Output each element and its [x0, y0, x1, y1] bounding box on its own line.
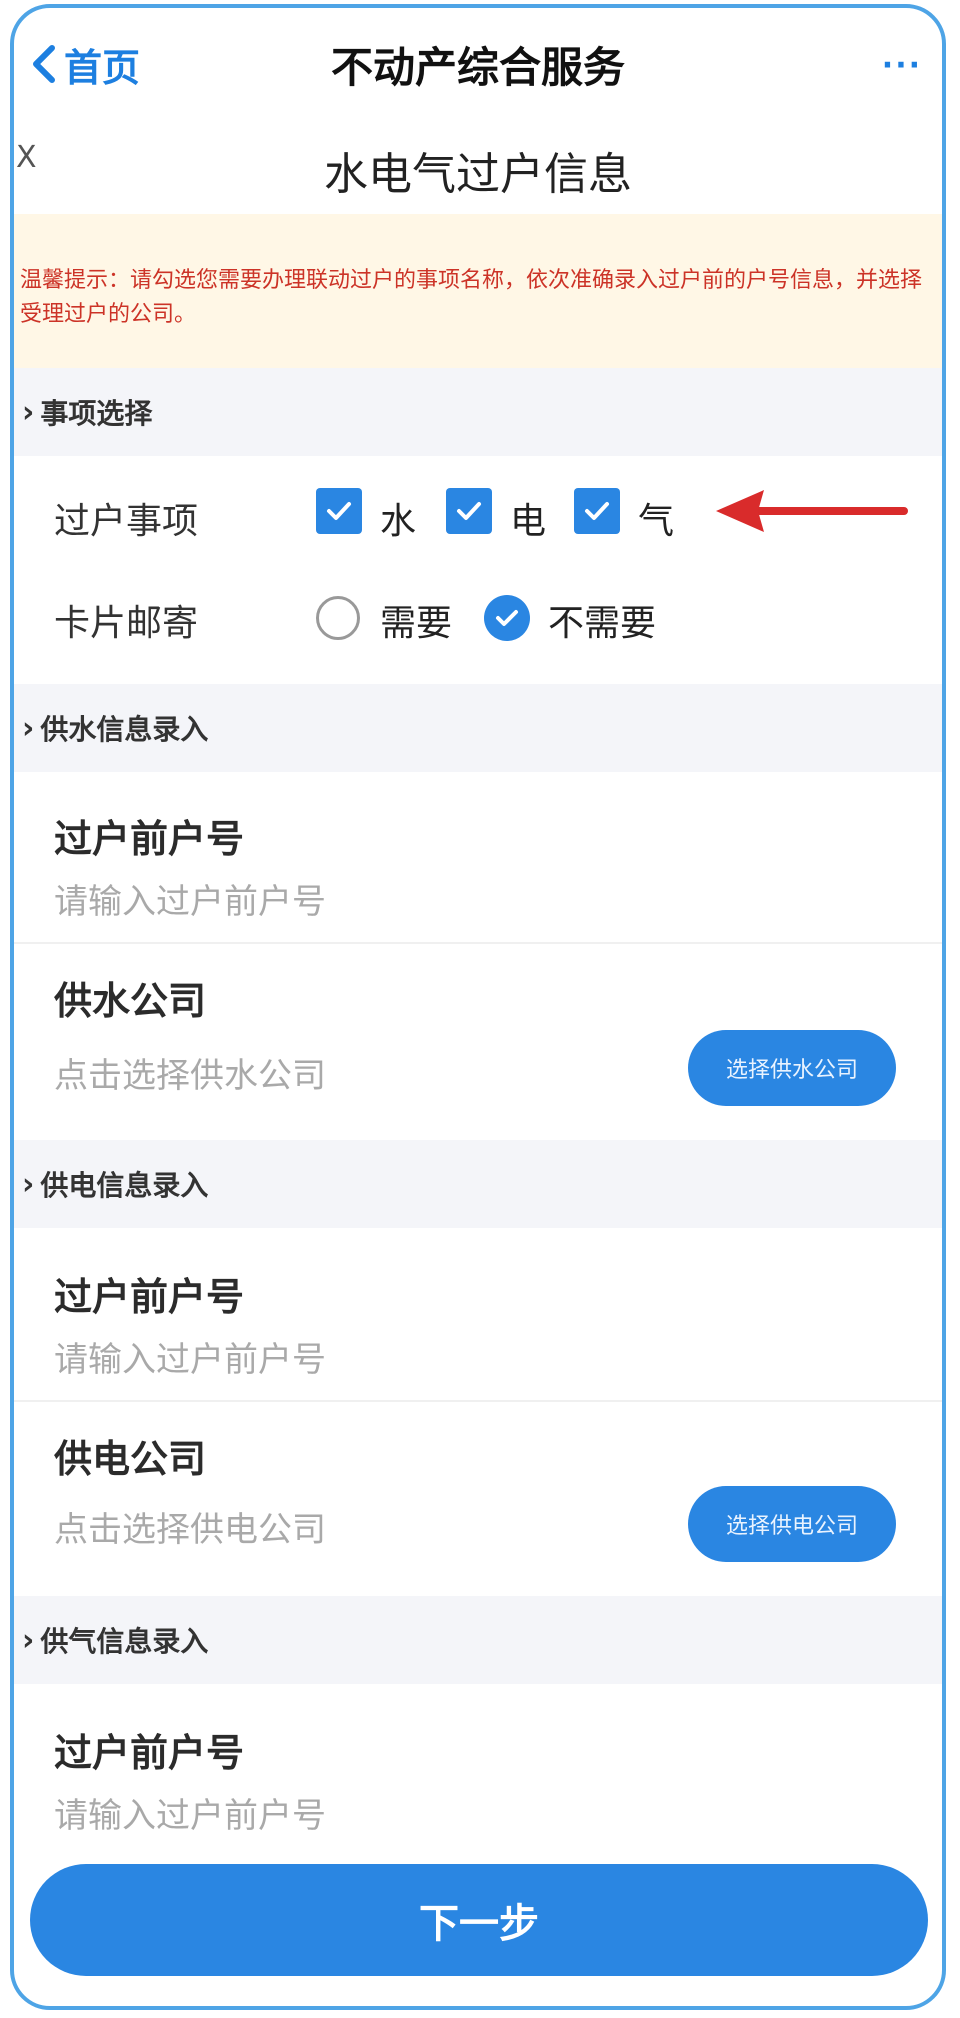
check-icon — [327, 502, 351, 520]
radio-need[interactable] — [316, 596, 360, 640]
page-title: 水电气过户信息 — [324, 149, 632, 200]
section-title-water: 供水信息录入 — [40, 713, 209, 746]
section-header-items: › 事项选择 — [14, 368, 942, 456]
checkbox-water[interactable] — [316, 488, 362, 534]
gas-account-input[interactable]: 请输入过户前户号 — [54, 1788, 326, 1837]
radio-need-label: 需要 — [380, 603, 453, 644]
water-company-label: 供水公司 — [54, 979, 207, 1023]
notice-text: 温馨提示：请勾选您需要办理联动过户的事项名称，依次准确录入过户前的户号信息，并选… — [20, 268, 923, 327]
nav-title: 不动产综合服务 — [330, 43, 625, 92]
section-header-gas: › 供气信息录入 — [14, 1596, 942, 1684]
transfer-items-label: 过户事项 — [54, 501, 199, 542]
chevron-right-icon: › — [22, 1166, 35, 1202]
card-mail-label: 卡片邮寄 — [54, 603, 199, 644]
radio-no-need[interactable] — [484, 595, 530, 641]
red-arrow-icon — [716, 490, 908, 532]
section-title-gas: 供气信息录入 — [40, 1625, 209, 1658]
chevron-right-icon: › — [22, 710, 35, 746]
power-company-input[interactable]: 点击选择供电公司 — [54, 1502, 326, 1551]
divider — [14, 942, 942, 944]
divider — [14, 1400, 942, 1402]
power-company-label: 供电公司 — [54, 1437, 207, 1481]
checkbox-gas-label: 气 — [638, 501, 675, 542]
water-account-label: 过户前户号 — [54, 817, 245, 861]
checkbox-power-label: 电 — [510, 501, 547, 542]
section-title-items: 事项选择 — [40, 397, 153, 430]
check-icon — [496, 610, 518, 626]
section-title-power: 供电信息录入 — [40, 1169, 209, 1202]
gas-account-label: 过户前户号 — [54, 1731, 245, 1775]
checkbox-gas[interactable] — [574, 488, 620, 534]
radio-no-need-label: 不需要 — [548, 603, 657, 644]
checkbox-water-label: 水 — [380, 501, 417, 542]
chevron-right-icon: › — [22, 394, 35, 430]
water-account-input[interactable]: 请输入过户前户号 — [54, 874, 326, 923]
select-water-company-button[interactable]: 选择供水公司 — [688, 1030, 896, 1106]
water-company-input[interactable]: 点击选择供水公司 — [54, 1048, 326, 1097]
check-icon — [457, 502, 481, 520]
section-header-power: › 供电信息录入 — [14, 1140, 942, 1228]
check-icon — [585, 502, 609, 520]
notice-banner: 温馨提示：请勾选您需要办理联动过户的事项名称，依次准确录入过户前的户号信息，并选… — [14, 214, 942, 380]
power-account-input[interactable]: 请输入过户前户号 — [54, 1332, 326, 1381]
phone-frame: 首页 不动产综合服务 ··· X 水电气过户信息 温馨提示：请勾选您需要办理联动… — [10, 4, 946, 2010]
section-header-water: › 供水信息录入 — [14, 684, 942, 772]
select-power-company-button[interactable]: 选择供电公司 — [688, 1486, 896, 1562]
power-account-label: 过户前户号 — [54, 1275, 245, 1319]
checkbox-power[interactable] — [446, 488, 492, 534]
more-icon[interactable]: ··· — [882, 48, 922, 83]
next-step-button[interactable]: 下一步 — [30, 1864, 928, 1976]
chevron-right-icon: › — [22, 1622, 35, 1658]
